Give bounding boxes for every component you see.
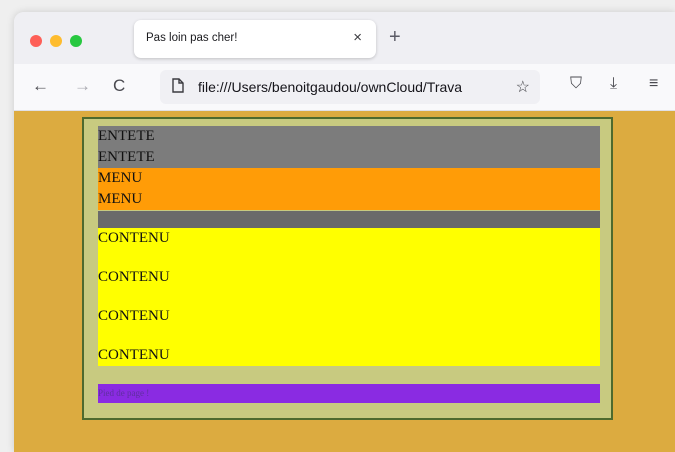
reload-icon[interactable]: C	[113, 76, 125, 96]
contenu-line: CONTENU	[98, 347, 170, 363]
bookmark-star-icon[interactable]: ☆	[516, 77, 530, 97]
download-icon[interactable]: ⤓	[610, 75, 617, 93]
page-frame: ENTETE ENTETE MENU MENU CONTENU CONTENU …	[82, 117, 613, 420]
entete-section: ENTETE ENTETE	[98, 126, 600, 168]
page-icon	[172, 78, 184, 97]
browser-window: Pas loin pas cher! × + ← → C file:///Use…	[14, 12, 675, 452]
tab-active[interactable]: Pas loin pas cher! ×	[134, 20, 376, 58]
contenu-line: CONTENU	[98, 269, 170, 285]
contenu-line: CONTENU	[98, 308, 170, 324]
tab-title: Pas loin pas cher!	[146, 32, 238, 44]
minimize-window-button[interactable]	[50, 35, 62, 47]
menu-line: MENU	[98, 191, 143, 207]
url-fade	[466, 74, 506, 100]
entete-line: ENTETE	[98, 128, 155, 144]
page-content: ENTETE ENTETE MENU MENU CONTENU CONTENU …	[14, 111, 675, 452]
contenu-line: CONTENU	[98, 230, 170, 246]
new-tab-button[interactable]: +	[389, 26, 401, 49]
menu-icon[interactable]: ≡	[649, 75, 658, 93]
menu-section: MENU MENU	[98, 168, 600, 210]
close-icon[interactable]: ×	[353, 29, 362, 46]
zoom-window-button[interactable]	[70, 35, 82, 47]
contenu-section: CONTENU CONTENU CONTENU CONTENU	[98, 228, 600, 366]
url-bar[interactable]: file:///Users/benoitgaudou/ownCloud/Trav…	[160, 70, 540, 104]
navigation-bar: ← → C file:///Users/benoitgaudou/ownClou…	[14, 64, 675, 111]
close-window-button[interactable]	[30, 35, 42, 47]
menu-line: MENU	[98, 170, 143, 186]
back-icon[interactable]: ←	[32, 76, 49, 96]
entete-line: ENTETE	[98, 149, 155, 165]
separator-bar	[98, 211, 600, 228]
tab-bar: Pas loin pas cher! × +	[14, 12, 675, 64]
pocket-icon[interactable]: ⛉	[570, 75, 582, 93]
footer: Pied de page !	[98, 384, 600, 403]
forward-icon[interactable]: →	[74, 76, 91, 96]
